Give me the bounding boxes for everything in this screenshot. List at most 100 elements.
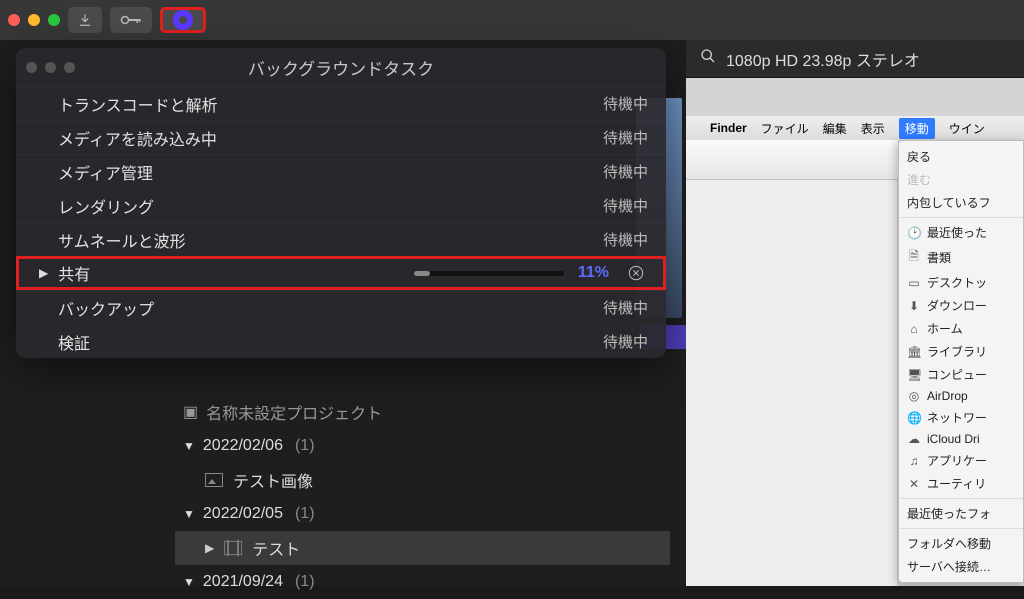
utilities-icon: ✕	[907, 477, 921, 491]
event-count: (1)	[295, 573, 315, 591]
project-icon: ▣	[183, 402, 198, 422]
menu-separator	[899, 528, 1023, 529]
search-icon	[700, 48, 716, 64]
event-group[interactable]: ▼ 2021/09/24 (1)	[175, 565, 670, 599]
go-recent-folders[interactable]: 最近使ったフォ	[899, 502, 1023, 525]
minimize-window-button[interactable]	[28, 14, 40, 26]
event-date: 2022/02/05	[203, 505, 283, 523]
close-window-button[interactable]	[8, 14, 20, 26]
downloads-icon: ⬇	[907, 299, 921, 313]
task-label: 共有	[58, 261, 90, 285]
finder-edit-menu[interactable]: 編集	[823, 120, 847, 137]
project-name: 名称未設定プロジェクト	[206, 400, 382, 424]
finder-go-menu[interactable]: 移動	[899, 118, 935, 139]
network-icon: 🌐	[907, 411, 921, 425]
clock-icon: 🕑	[907, 226, 921, 240]
applications-icon: ♫	[907, 454, 921, 468]
task-label: バックアップ	[58, 296, 154, 320]
cancel-x-icon	[628, 265, 644, 281]
disclosure-down-icon: ▼	[183, 507, 195, 521]
task-share: ▶ 共有 11%	[16, 256, 666, 290]
task-label: メディア管理	[58, 160, 153, 184]
viewer-body: Finder ファイル 編集 表示 移動 ウイン 戻る 進む 内包しているフ 🕑…	[686, 78, 1024, 586]
viewer-format-label: 1080p HD 23.98p ステレオ	[726, 47, 920, 71]
go-documents[interactable]: 🗎書類	[899, 244, 1023, 271]
cancel-task-button[interactable]	[627, 264, 645, 282]
browser-pane: ▣ 名称未設定プロジェクト ▼ 2022/02/06 (1) テスト画像 ▼ 2…	[0, 40, 686, 586]
library-icon: 🏛	[907, 345, 921, 359]
finder-window	[686, 140, 898, 586]
event-group[interactable]: ▼ 2022/02/05 (1)	[175, 497, 670, 531]
go-airdrop[interactable]: ◎AirDrop	[899, 386, 1023, 406]
clip-row[interactable]: ▶ テスト	[175, 531, 670, 565]
finder-file-menu[interactable]: ファイル	[761, 120, 809, 137]
task-status: 待機中	[603, 195, 648, 216]
go-back[interactable]: 戻る	[899, 145, 1023, 168]
event-date: 2021/09/24	[203, 573, 283, 591]
popup-header: バックグラウンドタスク	[16, 48, 666, 86]
traffic-lights	[8, 14, 60, 26]
task-import: メディアを読み込み中 待機中	[16, 120, 666, 154]
go-home[interactable]: ⌂ホーム	[899, 317, 1023, 340]
play-icon: ▶	[205, 541, 214, 555]
popup-title: バックグラウンドタスク	[248, 55, 434, 80]
clip-name: テスト	[252, 536, 300, 560]
task-label: メディアを読み込み中	[58, 126, 217, 150]
go-utilities[interactable]: ✕ユーティリ	[899, 472, 1023, 495]
finder-view-menu[interactable]: 表示	[861, 120, 885, 137]
popup-close-button[interactable]	[26, 62, 37, 73]
go-library[interactable]: 🏛ライブラリ	[899, 340, 1023, 363]
download-arrow-icon	[78, 13, 92, 27]
event-date: 2022/02/06	[203, 437, 283, 455]
task-status: 待機中	[603, 297, 648, 318]
document-icon: 🗎	[907, 247, 921, 268]
progress-bar	[414, 271, 564, 276]
go-connect-server[interactable]: サーバへ接続…	[899, 555, 1023, 578]
project-row[interactable]: ▣ 名称未設定プロジェクト	[175, 395, 670, 429]
task-render: レンダリング待機中	[16, 188, 666, 222]
clip-row[interactable]: テスト画像	[175, 463, 670, 497]
progress-percent: 11%	[578, 264, 609, 282]
go-applications[interactable]: ♫アプリケー	[899, 449, 1023, 472]
key-icon	[120, 14, 142, 26]
popup-min-button[interactable]	[45, 62, 56, 73]
progress-fill	[414, 271, 431, 276]
disclosure-down-icon: ▼	[183, 439, 195, 453]
task-status: 待機中	[603, 93, 648, 114]
go-computer[interactable]: 🖥コンピュー	[899, 363, 1023, 386]
event-group[interactable]: ▼ 2022/02/06 (1)	[175, 429, 670, 463]
menu-separator	[899, 217, 1023, 218]
search-button[interactable]	[700, 48, 716, 69]
task-media-mgmt: メディア管理待機中	[16, 154, 666, 188]
task-verify: 検証待機中	[16, 324, 666, 358]
video-clip-icon	[224, 541, 242, 555]
zoom-window-button[interactable]	[48, 14, 60, 26]
go-icloud[interactable]: ☁iCloud Dri	[899, 429, 1023, 449]
keyword-button[interactable]	[110, 7, 152, 33]
task-status: 待機中	[603, 331, 648, 352]
import-button[interactable]	[68, 7, 102, 33]
go-downloads[interactable]: ⬇ダウンロー	[899, 294, 1023, 317]
finder-menubar: Finder ファイル 編集 表示 移動 ウイン	[686, 116, 1024, 140]
task-transcode: トランスコードと解析待機中	[16, 86, 666, 120]
disclosure-right-icon[interactable]: ▶	[39, 266, 48, 280]
go-to-folder[interactable]: フォルダへ移動	[899, 532, 1023, 555]
go-recents[interactable]: 🕑最近使った	[899, 221, 1023, 244]
event-list: ▣ 名称未設定プロジェクト ▼ 2022/02/06 (1) テスト画像 ▼ 2…	[175, 395, 670, 599]
progress-ring-icon	[173, 10, 193, 30]
go-network[interactable]: 🌐ネットワー	[899, 406, 1023, 429]
task-status: 待機中	[603, 127, 648, 148]
home-icon: ⌂	[907, 322, 921, 336]
finder-app-menu[interactable]: Finder	[710, 121, 747, 135]
background-tasks-button[interactable]	[160, 7, 206, 33]
event-count: (1)	[295, 437, 315, 455]
go-enclosing[interactable]: 内包しているフ	[899, 191, 1023, 214]
go-desktop[interactable]: ▭デスクトッ	[899, 271, 1023, 294]
viewer-header: 1080p HD 23.98p ステレオ	[686, 40, 1024, 78]
finder-window-menu[interactable]: ウイン	[949, 120, 985, 137]
cloud-icon: ☁	[907, 432, 921, 446]
popup-zoom-button[interactable]	[64, 62, 75, 73]
clip-name: テスト画像	[233, 468, 313, 492]
go-forward: 進む	[899, 168, 1023, 191]
task-backup: バックアップ 待機中	[16, 290, 666, 324]
